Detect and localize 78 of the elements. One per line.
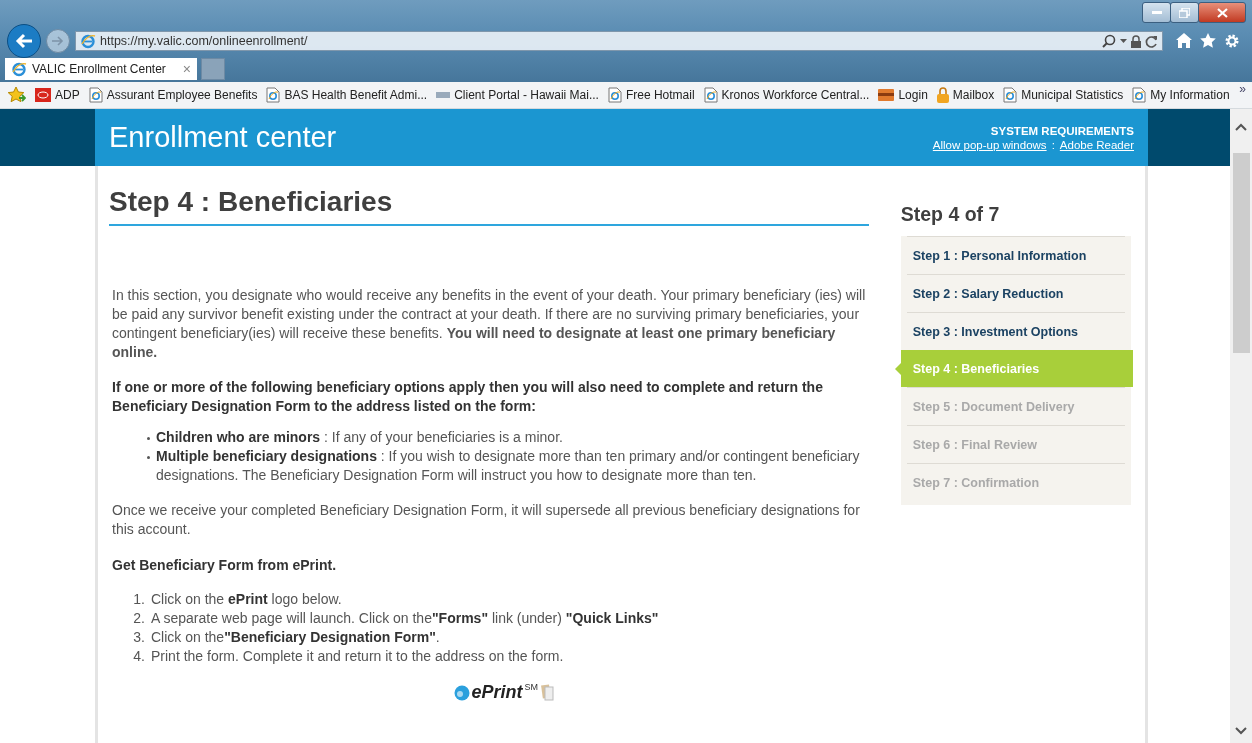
back-arrow-icon: [15, 33, 33, 49]
page-icon: [88, 87, 103, 103]
browser-tab[interactable]: VALIC Enrollment Center ×: [5, 58, 197, 80]
page-icon: [703, 87, 718, 103]
notice-paragraph: If one or more of the following beneficiary options apply then you will also need to complete and return the Beneficiary Designation Form to the address listed on the form:: [111, 378, 824, 416]
bookmark-link[interactable]: ADP: [35, 88, 80, 102]
lock-icon[interactable]: [1131, 34, 1141, 48]
refresh-icon[interactable]: [1145, 34, 1158, 48]
link-separator: :: [1051, 138, 1055, 151]
ie-icon: [11, 61, 27, 77]
list-number: 3.: [132, 628, 145, 647]
bookmark-label: Municipal Statistics: [1021, 88, 1124, 102]
bookmark-label: Free Hotmail: [625, 88, 695, 102]
page-icon: [1003, 87, 1018, 103]
bookmark-link[interactable]: Municipal Statistics: [1003, 87, 1124, 103]
subheading: Get Beneficiary Form from ePrint.: [111, 556, 338, 575]
bookmark-link[interactable]: Mailbox: [936, 87, 995, 103]
dropdown-icon[interactable]: [1120, 39, 1127, 43]
back-button[interactable]: [7, 24, 41, 58]
bookmark-label: My Information: [1150, 88, 1230, 102]
documents-icon: [540, 683, 555, 702]
intro-paragraph: In this section, you designate who would receive any benefits in the event of your death. Your primary beneficiary (ies) will be paid any survivor benefit existing under the contract at your death. If there are no surviving primary beneficiaries, your contingent beneficiary(ies) will receive these benefits. You will need to designate at least one primary beneficiary online.: [111, 286, 867, 362]
bookmark-label: Login: [898, 88, 928, 102]
bullet-text: Children who are minors : If any of your beneficiaries is a minor.: [156, 428, 563, 447]
bullet-icon: [147, 437, 150, 440]
card-icon: [878, 89, 895, 101]
bookmark-link[interactable]: Kronos Workforce Central...: [703, 87, 870, 103]
step-item[interactable]: Step 2 : Salary Reduction: [906, 274, 1125, 312]
bookmark-link[interactable]: Assurant Employee Benefits: [88, 87, 258, 103]
instruction-text: Print the form. Complete it and return it to the address on the form.: [151, 647, 564, 666]
bookmark-label: Mailbox: [952, 88, 995, 102]
settings-icon[interactable]: [1224, 33, 1240, 49]
page-icon: [1132, 87, 1147, 103]
scroll-down-icon[interactable]: [1235, 727, 1247, 735]
pointer-icon: [894, 363, 901, 375]
instruction-text: A separate web page will launch. Click on the"Forms" link (under) "Quick Links": [151, 609, 659, 628]
tab-close-button[interactable]: ×: [182, 61, 191, 77]
step-item[interactable]: Step 1 : Personal Information: [906, 236, 1125, 274]
url-text: https://my.valic.com/onlineenrollment/: [100, 34, 309, 48]
bookmark-label: BAS Health Benefit Admi...: [284, 88, 428, 102]
close-icon[interactable]: [1216, 7, 1228, 18]
requirements-title: SYSTEM REQUIREMENTS: [990, 124, 1134, 137]
bullet-icon: [147, 456, 150, 459]
bookmark-label: Assurant Employee Benefits: [106, 88, 258, 102]
globe-icon: [453, 684, 470, 701]
list-number: 1.: [132, 590, 145, 609]
page-icon: [266, 87, 281, 103]
list-number: 4.: [132, 647, 145, 666]
lock-icon: [936, 87, 949, 103]
progress-title: Step 4 of 7: [900, 203, 1001, 226]
scroll-thumb[interactable]: [1232, 153, 1250, 353]
scrollbar[interactable]: [1230, 109, 1252, 743]
bookmark-link[interactable]: Login: [878, 88, 928, 102]
forward-arrow-icon: [52, 36, 64, 46]
instruction-text: Click on the ePrint logo below.: [151, 590, 342, 609]
scroll-up-icon[interactable]: [1235, 123, 1247, 131]
closing-paragraph: Once we receive your completed Beneficiary Designation Form, it will supersede all previous beneficiary designations for this account.: [111, 501, 861, 539]
bookmark-label: ADP: [55, 88, 80, 102]
address-bar[interactable]: https://my.valic.com/onlineenrollment/: [75, 31, 1163, 51]
site-title: Enrollment center: [109, 121, 337, 154]
more-bookmarks-button[interactable]: »: [1239, 82, 1246, 96]
search-icon[interactable]: [1102, 34, 1116, 48]
bookmark-link[interactable]: My Information: [1132, 87, 1230, 103]
bullet-text: Multiple beneficiary designations : If you wish to designate more than ten primary and/or contingent beneficiary designations. The Beneficiary Designation Form will instruct you how to designate more than ten.: [156, 447, 861, 485]
forward-button[interactable]: [46, 29, 70, 53]
bookmark-link[interactable]: BAS Health Benefit Admi...: [266, 87, 428, 103]
bookmark-link[interactable]: Free Hotmail: [607, 87, 695, 103]
home-icon[interactable]: [1176, 33, 1192, 48]
page-heading: Step 4 : Beneficiaries: [109, 186, 869, 226]
favorites-star-icon[interactable]: [8, 87, 26, 103]
star-icon[interactable]: [1200, 33, 1216, 48]
list-number: 2.: [132, 609, 145, 628]
adp-icon: [35, 88, 51, 102]
page-icon: [607, 87, 622, 103]
logo-icon: [436, 92, 451, 98]
instruction-text: Click on the"Beneficiary Designation Form".: [151, 628, 440, 647]
ie-icon: [80, 33, 96, 49]
bookmark-label: Kronos Workforce Central...: [721, 88, 870, 102]
